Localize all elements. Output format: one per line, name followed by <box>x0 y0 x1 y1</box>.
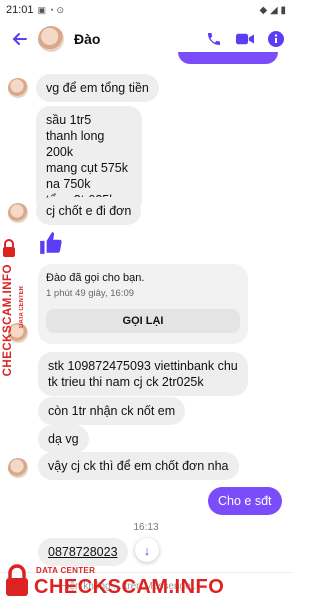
missed-call-card: Đào đã gọi cho bạn. 1 phút 49 giây, 16:0… <box>38 264 248 344</box>
message-line: thanh long 200k <box>46 129 105 159</box>
call-card-subtitle: 1 phút 49 giây, 16:09 <box>46 288 135 299</box>
watermark-small-text: DATA CENTER <box>19 286 25 328</box>
call-card-title: Đào đã gọi cho bạn. <box>46 272 145 284</box>
message-bubble[interactable]: cj chốt e đi đơn <box>36 197 142 225</box>
video-call-icon[interactable] <box>236 32 254 46</box>
message-line: stk 109872475093 viettinbank chu <box>48 359 238 373</box>
time-separator: 16:13 <box>133 522 159 533</box>
message-line: mang cụt 575k <box>46 161 128 175</box>
watermark-small-text: DATA CENTER <box>36 566 96 575</box>
outgoing-bubble-partial <box>178 52 278 64</box>
sender-avatar <box>8 203 28 223</box>
sender-avatar <box>8 78 28 98</box>
message-line: na 750k <box>46 177 91 191</box>
message-bubble[interactable]: vậy cj ck thì để em chốt đơn nha <box>38 452 239 480</box>
watermark-big-text: CHECKSCAM.INFO <box>34 576 225 598</box>
bottom-watermark: DATA CENTER CHECKSCAM.INFO <box>0 560 224 600</box>
sender-avatar <box>8 458 28 478</box>
notification-icons: ▣ ◔ ⊙ <box>37 4 65 15</box>
message-bubble[interactable]: còn 1tr nhận ck nốt em <box>38 397 186 425</box>
system-icons: ◆ ◢ ▮ <box>259 4 286 16</box>
message-bubble[interactable]: vg để em tổng tiền <box>36 74 159 102</box>
message-line: tk trieu thi nam cj ck 2tr025k <box>48 375 204 389</box>
message-bubble[interactable]: dạ vg <box>38 425 89 453</box>
status-time: 21:01 <box>6 4 34 16</box>
message-line: sầu 1tr5 <box>46 113 92 127</box>
info-icon[interactable] <box>268 31 284 47</box>
call-back-button[interactable]: GỌI LẠI <box>46 309 240 333</box>
lock-icon <box>3 239 15 257</box>
thumbs-up-icon[interactable] <box>38 230 64 260</box>
contact-avatar[interactable] <box>38 26 64 52</box>
back-arrow-icon[interactable] <box>8 31 30 47</box>
phone-call-icon[interactable] <box>206 31 222 47</box>
contact-name[interactable]: Đào <box>74 31 100 47</box>
status-bar: 21:01 ▣ ◔ ⊙ ◆ ◢ ▮ <box>0 0 292 20</box>
header-actions <box>206 31 284 47</box>
message-bubble-account[interactable]: stk 109872475093 viettinbank chu tk trie… <box>38 352 248 396</box>
arrow-down-icon: ↓ <box>143 542 151 558</box>
lock-icon <box>6 564 28 596</box>
outgoing-message-bubble[interactable]: Cho e sđt <box>208 487 282 515</box>
side-watermark: DATA CENTER CHECKSCAM.INFO <box>0 238 25 378</box>
scroll-down-button[interactable]: ↓ <box>135 538 159 562</box>
watermark-big-text: CHECKSCAM.INFO <box>2 264 14 377</box>
